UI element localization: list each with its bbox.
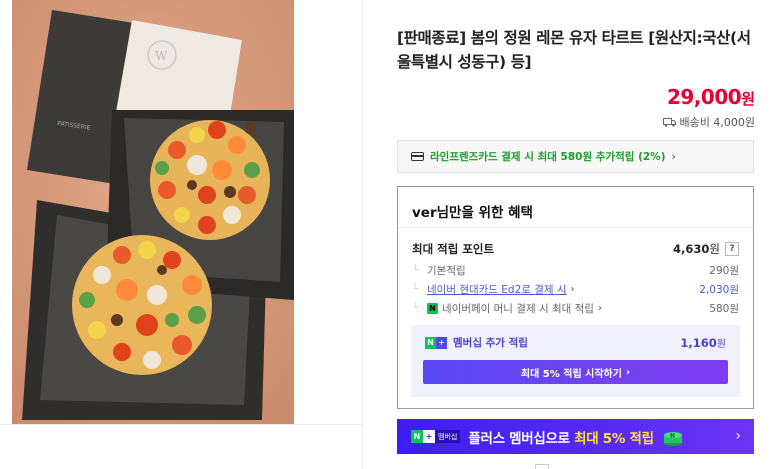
product-image-column: W PATISSERIE	[0, 0, 363, 469]
benefit-value: 580원	[709, 303, 739, 315]
membership-row: N + 멤버십 추가 적립 1,160원	[425, 335, 726, 350]
benefits-box: ver님만을 위한 혜택 최대 적립 포인트 4,630원 ? └ 기본적립 29…	[397, 186, 754, 409]
chevron-right-icon: ›	[735, 428, 741, 444]
membership-label: 멤버십 추가 적립	[453, 337, 528, 349]
start-membership-button[interactable]: 최대 5% 적립 시작하기 ›	[423, 360, 728, 384]
box-logo-text: W	[155, 49, 168, 63]
tree-branch-icon: └	[412, 284, 419, 295]
max-points-unit: 원	[709, 242, 720, 256]
max-points-label: 최대 적립 포인트	[412, 242, 495, 256]
plus-banner-text: 플러스 멤버십으로 최대 5% 적립	[468, 430, 654, 447]
benefit-value: 290원	[709, 265, 739, 277]
max-points-value: 4,630	[673, 242, 710, 256]
naver-plus-icon: N +	[425, 336, 447, 349]
plus-membership-banner[interactable]: N + 멤버십 플러스 멤버십으로 최대 5% 적립 N ›	[397, 419, 754, 454]
chevron-right-icon: ›	[671, 150, 676, 163]
product-photo[interactable]: W PATISSERIE	[12, 0, 294, 424]
truck-icon	[662, 117, 676, 127]
benefit-value: 2,030원	[699, 284, 739, 296]
coin-stack-icon: N	[663, 431, 682, 446]
divider	[0, 424, 363, 425]
membership-box: N + 멤버십 추가 적립 1,160원 최대 5% 적립 시작하기 ›	[411, 325, 740, 397]
card-promo-banner[interactable]: 라인프렌즈카드 결제 시 최대 580원 추가적립 (2%) ›	[397, 140, 754, 173]
chevron-right-icon: ›	[570, 284, 575, 295]
benefit-row-hyundai-card: └ 네이버 현대카드 Ed2로 결제 시 › 2,030원	[412, 282, 739, 297]
price-unit: 원	[741, 90, 755, 108]
hyundai-card-link[interactable]: 네이버 현대카드 Ed2로 결제 시	[427, 282, 567, 297]
benefit-row-basic: └ 기본적립 290원	[412, 263, 739, 278]
npay-money-link[interactable]: 네이버페이 머니 결제 시 최대 적립	[442, 301, 594, 316]
benefit-row-npay-money: └ N 네이버페이 머니 결제 시 최대 적립 › 580원	[412, 301, 739, 316]
product-info-panel: [판매종료] 봄의 정원 레몬 유자 타르트 [원산지:국산(서울특별시 성동구…	[364, 0, 773, 469]
naverpay-icon: N	[427, 303, 438, 314]
chevron-right-icon: ›	[597, 303, 602, 314]
naver-plus-membership-tag: N + 멤버십	[411, 430, 461, 443]
tree-branch-icon: └	[412, 303, 419, 314]
scroll-up-handle[interactable]	[535, 464, 549, 469]
membership-value: 1,160	[680, 336, 717, 350]
credit-card-icon	[411, 152, 424, 161]
shipping-fee: 배송비 4,000원	[679, 116, 755, 129]
max-points-row: 최대 적립 포인트 4,630원 ?	[412, 241, 739, 257]
benefit-label: 기본적립	[427, 265, 466, 277]
product-page: W PATISSERIE [판매종료] 봄의 정원 레몬 유자 타르트 [원산지…	[0, 0, 773, 469]
product-title: [판매종료] 봄의 정원 레몬 유자 타르트 [원산지:국산(서울특별시 성동구…	[397, 29, 751, 71]
card-promo-text: 라인프렌즈카드 결제 시 최대 580원 추가적립 (2%)	[430, 151, 666, 163]
help-icon[interactable]: ?	[725, 242, 739, 256]
product-price: 29,000원	[667, 85, 755, 109]
start-membership-label: 최대 5% 적립 시작하기	[520, 368, 622, 380]
price-number: 29,000	[667, 85, 742, 109]
membership-unit: 원	[716, 339, 726, 350]
chevron-right-icon: ›	[625, 366, 631, 378]
tree-branch-icon: └	[412, 265, 419, 276]
divider	[398, 227, 753, 228]
shipping-info: 배송비 4,000원	[662, 114, 755, 130]
benefits-title: ver님만을 위한 혜택	[412, 205, 533, 221]
svg-text:N: N	[670, 432, 675, 439]
